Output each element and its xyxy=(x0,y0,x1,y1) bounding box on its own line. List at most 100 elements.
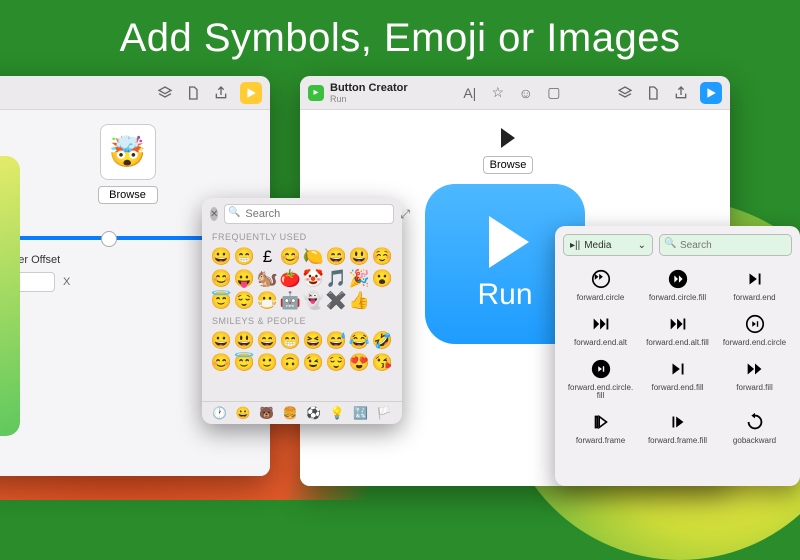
emoji-category[interactable]: 💡 xyxy=(330,406,345,420)
gobackward-icon xyxy=(742,409,768,435)
emoji-item[interactable]: 😁 xyxy=(279,330,302,352)
symbol-name: forward.end.alt.fill xyxy=(646,339,709,348)
symbol-category-select[interactable]: ▸|| Media ⌄ xyxy=(563,234,653,256)
toolbar: ▸ Button Creator Run A| ☆ ☺ ▢ xyxy=(300,76,730,110)
emoji-item[interactable]: 😂 xyxy=(348,330,371,352)
emoji-item[interactable]: 👻 xyxy=(302,290,325,312)
emoji-grid-smileys: 😀😃😄😁😆😅😂🤣 😊😇🙂🙃😉😌😍😘 xyxy=(202,328,402,376)
emoji-item[interactable]: 🙃 xyxy=(279,352,302,374)
forward.end.fill-icon xyxy=(665,356,691,382)
symbol-item[interactable]: forward.end.circle. fill xyxy=(563,354,638,404)
emoji-item[interactable]: 🙂 xyxy=(256,352,279,374)
emoji-item[interactable]: 😛 xyxy=(233,268,256,290)
symbol-item[interactable]: forward.end.circle xyxy=(717,309,792,350)
emoji-category[interactable]: ⚽ xyxy=(306,406,321,420)
offset-x-label: X xyxy=(63,276,70,288)
emoji-item[interactable]: 🤖 xyxy=(279,290,302,312)
emoji-item[interactable]: 😄 xyxy=(325,246,348,268)
play-button[interactable] xyxy=(240,82,262,104)
symbol-item[interactable]: forward.frame xyxy=(563,407,638,448)
emoji-item[interactable]: 🐿️ xyxy=(256,268,279,290)
emoji-item[interactable]: 😊 xyxy=(279,246,302,268)
symbol-search-input[interactable] xyxy=(659,234,792,256)
forward.frame.fill-icon xyxy=(665,409,691,435)
button-caption: Run xyxy=(477,278,532,312)
emoji-item[interactable] xyxy=(371,290,394,312)
preview-emoji: 🤯 xyxy=(0,224,6,292)
play-button[interactable] xyxy=(700,82,722,104)
emoji-item[interactable]: 😁 xyxy=(233,246,256,268)
emoji-item[interactable]: £ xyxy=(256,246,279,268)
emoji-item[interactable]: 😇 xyxy=(233,352,256,374)
symbol-name: forward.circle xyxy=(577,294,625,303)
emoji-item[interactable]: 😄 xyxy=(256,330,279,352)
emoji-category[interactable]: 🕐 xyxy=(212,406,227,420)
emoji-item[interactable]: 😍 xyxy=(348,352,371,374)
emoji-category[interactable]: 🏳️ xyxy=(377,406,392,420)
symbol-item[interactable]: forward.end.fill xyxy=(640,354,715,404)
emoji-item[interactable]: 😌 xyxy=(233,290,256,312)
share-icon[interactable] xyxy=(212,84,230,102)
emoji-category[interactable]: 🍔 xyxy=(283,406,298,420)
emoji-item[interactable]: 😀 xyxy=(210,246,233,268)
play-triangle-icon xyxy=(489,216,529,268)
preview-title: title xyxy=(0,174,6,216)
emoji-item[interactable]: 😀 xyxy=(210,330,233,352)
emoji-item[interactable]: 😌 xyxy=(325,352,348,374)
close-icon[interactable]: ✕ xyxy=(210,207,218,221)
emoji-item[interactable]: 😘 xyxy=(371,352,394,374)
symbol-item[interactable]: forward.end xyxy=(717,264,792,305)
emoji-item[interactable]: 🍋 xyxy=(302,246,325,268)
emoji-item[interactable]: 😇 xyxy=(210,290,233,312)
symbol-item[interactable]: gobackward xyxy=(717,407,792,448)
document-icon[interactable] xyxy=(644,84,662,102)
emoji-item[interactable]: 🎵 xyxy=(325,268,348,290)
emoji-category[interactable]: 😀 xyxy=(236,406,251,420)
symbol-item[interactable]: forward.circle xyxy=(563,264,638,305)
sf-symbols-picker: ▸|| Media ⌄ forward.circle forward.circle… xyxy=(555,226,800,486)
emoji-item[interactable]: 🤣 xyxy=(371,330,394,352)
browse-button[interactable]: Browse xyxy=(483,156,533,174)
emoji-icon[interactable]: ☺ xyxy=(517,84,535,102)
layers-icon[interactable] xyxy=(616,84,634,102)
emoji-item[interactable]: 🍅 xyxy=(279,268,302,290)
forward.frame-icon xyxy=(588,409,614,435)
textformat-icon[interactable]: A| xyxy=(461,84,479,102)
emoji-category[interactable]: 🔣 xyxy=(353,406,368,420)
emoji-item[interactable]: 😊 xyxy=(210,352,233,374)
emoji-item[interactable]: 😊 xyxy=(210,268,233,290)
browse-button[interactable]: Browse xyxy=(98,186,158,204)
emoji-category[interactable]: 🐻 xyxy=(259,406,274,420)
emoji-item[interactable]: 😃 xyxy=(348,246,371,268)
emoji-item[interactable]: ☺️ xyxy=(371,246,394,268)
emoji-search-input[interactable] xyxy=(224,204,394,224)
expand-icon[interactable]: ⤢ xyxy=(400,207,410,222)
emoji-item[interactable]: 😅 xyxy=(325,330,348,352)
symbol-name: gobackward xyxy=(733,437,776,446)
symbol-item[interactable]: forward.frame.fill xyxy=(640,407,715,448)
layers-icon[interactable] xyxy=(156,84,174,102)
emoji-item[interactable]: 😮 xyxy=(371,268,394,290)
symbol-name: forward.frame.fill xyxy=(648,437,707,446)
emoji-item[interactable]: 👍 xyxy=(348,290,371,312)
emoji-item[interactable]: 😷 xyxy=(256,290,279,312)
emoji-item[interactable]: 🎉 xyxy=(348,268,371,290)
symbol-item[interactable]: forward.end.alt.fill xyxy=(640,309,715,350)
emoji-item[interactable]: 😆 xyxy=(302,330,325,352)
star-icon[interactable]: ☆ xyxy=(489,84,507,102)
symbol-item[interactable]: forward.fill xyxy=(717,354,792,404)
share-icon[interactable] xyxy=(672,84,690,102)
symbol-item[interactable]: forward.end.alt xyxy=(563,309,638,350)
emoji-grid-frequent: 😀😁£😊🍋😄😃☺️😊😛🐿️🍅🤡🎵🎉😮😇😌😷🤖👻✖️👍 xyxy=(202,244,402,314)
media-icon: ▸|| xyxy=(570,240,580,251)
document-icon[interactable] xyxy=(184,84,202,102)
emoji-item[interactable]: ✖️ xyxy=(325,290,348,312)
emoji-item[interactable]: 😃 xyxy=(233,330,256,352)
image-thumbnail[interactable]: 🤯 xyxy=(100,124,156,180)
chevron-updown-icon: ⌄ xyxy=(638,240,646,251)
symbol-item[interactable]: forward.circle.fill xyxy=(640,264,715,305)
image-icon[interactable]: ▢ xyxy=(545,84,563,102)
button-preview: title 🤯 ubtitle xyxy=(0,156,20,436)
emoji-item[interactable]: 🤡 xyxy=(302,268,325,290)
emoji-item[interactable]: 😉 xyxy=(302,352,325,374)
